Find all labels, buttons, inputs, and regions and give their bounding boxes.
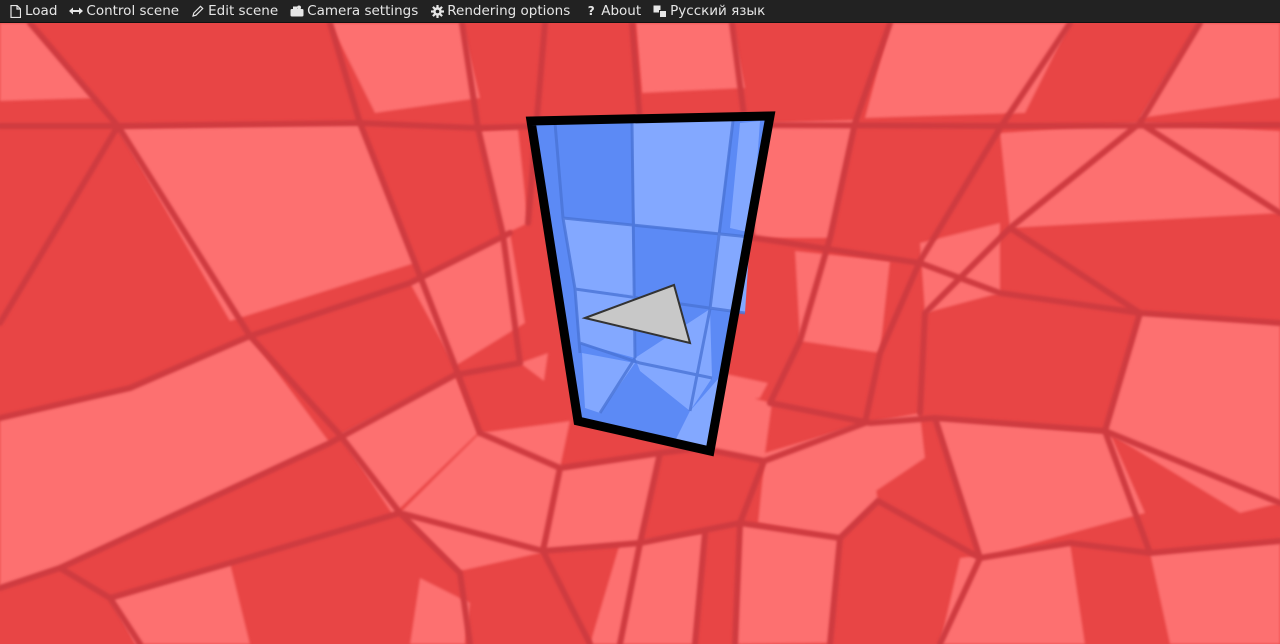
edit-scene-menu[interactable]: Edit scene [191,0,278,23]
camera-settings-label: Camera settings [307,2,419,19]
language-icon [653,4,668,18]
question-icon: ? [587,3,595,18]
language-label: Русский язык [670,2,766,19]
arrows-horizontal-icon [69,4,84,18]
language-menu[interactable]: Русский язык [653,0,765,23]
about-menu[interactable]: ? About [584,0,641,23]
camera-icon [290,4,304,18]
menu-bar: Load Control scene Edit scene Camera set… [0,0,1280,23]
load-menu[interactable]: Load [8,0,57,23]
scene-canvas [0,23,1280,644]
load-label: Load [25,2,58,19]
gear-icon [430,4,444,18]
rendering-options-menu[interactable]: Rendering options [430,0,570,23]
file-icon [8,4,22,18]
camera-settings-menu[interactable]: Camera settings [290,0,418,23]
scene-viewport[interactable] [0,23,1280,644]
pencil-icon [191,4,205,18]
edit-scene-label: Edit scene [208,2,279,19]
control-scene-menu[interactable]: Control scene [69,0,179,23]
control-scene-label: Control scene [86,2,180,19]
rendering-options-label: Rendering options [447,2,571,19]
about-label: About [601,2,642,19]
